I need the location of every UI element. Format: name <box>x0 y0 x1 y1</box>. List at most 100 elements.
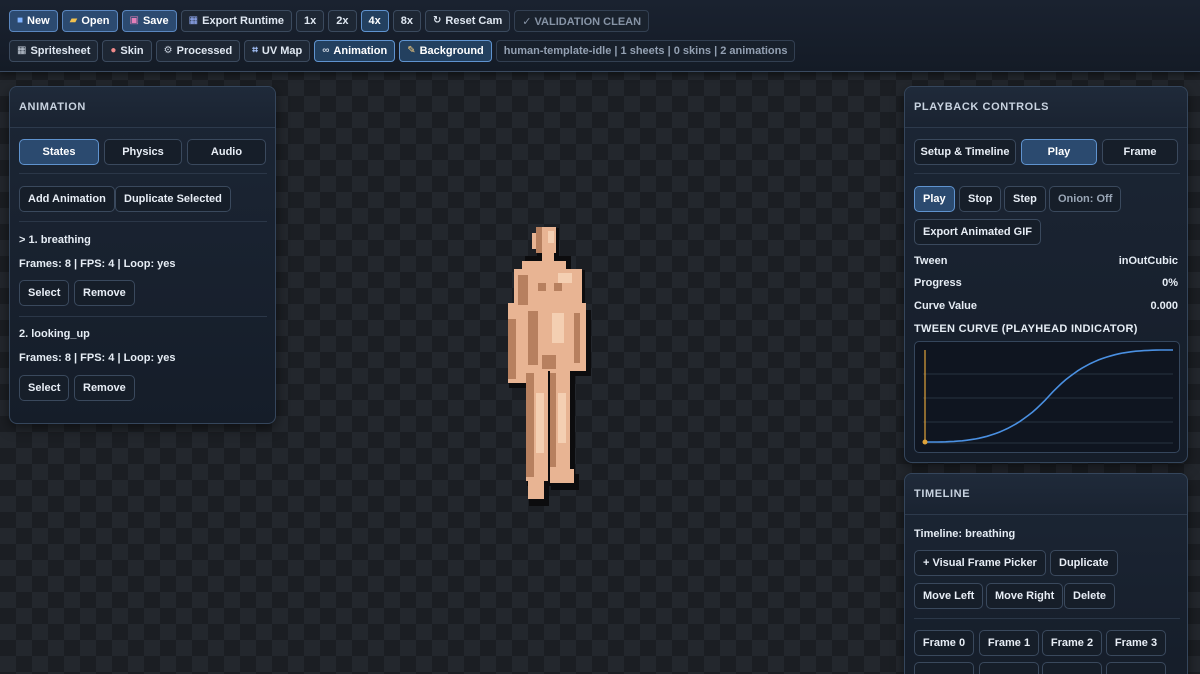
delete-frame-button[interactable]: Delete <box>1064 583 1116 609</box>
main-toolbar: ■ New ▰ Open ▣ Save ▦ Export Runtime 1x … <box>0 0 1200 72</box>
tween-curve-title: TWEEN CURVE (PLAYHEAD INDICATOR) <box>914 323 1138 335</box>
duplicate-selected-button[interactable]: Duplicate Selected <box>115 186 231 212</box>
uv-map-label: UV Map <box>261 45 303 57</box>
remove-button[interactable]: Remove <box>74 375 135 401</box>
frame-3-button[interactable]: Frame 3 <box>1106 630 1166 656</box>
timeline-divider <box>914 618 1180 619</box>
animation-name[interactable]: > 1. breathing <box>19 234 91 246</box>
map-icon: ⌗ <box>252 45 258 56</box>
move-right-button[interactable]: Move Right <box>986 583 1064 609</box>
spritesheet-button[interactable]: ▦ Spritesheet <box>9 40 99 62</box>
processed-button[interactable]: ⚙ Processed <box>155 40 241 62</box>
animation-panel-title: ANIMATION <box>10 87 275 128</box>
skin-label: Skin <box>120 45 144 57</box>
step-button[interactable]: Step <box>1004 186 1046 212</box>
frame-button[interactable] <box>914 662 974 674</box>
new-file-icon: ■ <box>17 15 24 26</box>
palette-icon: ● <box>110 45 117 56</box>
export-gif-button[interactable]: Export Animated GIF <box>914 219 1041 245</box>
floppy-icon: ▣ <box>129 15 139 26</box>
tween-value: inOutCubic <box>1118 255 1178 267</box>
playback-tabs-divider <box>914 173 1180 174</box>
tab-audio[interactable]: Audio <box>187 139 266 165</box>
list-divider <box>19 316 267 317</box>
frame-1-button[interactable]: Frame 1 <box>979 630 1039 656</box>
tabs-divider <box>19 173 267 174</box>
zoom-2x-label: 2x <box>336 15 349 27</box>
playback-controls-panel: PLAYBACK CONTROLS Setup & Timeline Play … <box>904 86 1188 463</box>
zoom-1x-button[interactable]: 1x <box>296 10 325 32</box>
reset-cam-button[interactable]: ↻ Reset Cam <box>425 10 511 32</box>
play-button[interactable]: Play <box>914 186 955 212</box>
character-sprite <box>508 227 591 506</box>
zoom-4x-button[interactable]: 4x <box>360 10 389 32</box>
background-button[interactable]: ✎ Background <box>399 40 492 62</box>
validation-status-badge: ✓ VALIDATION CLEAN <box>514 10 650 32</box>
zoom-8x-label: 8x <box>400 15 414 27</box>
frame-button[interactable] <box>1106 662 1166 674</box>
playhead-dot[interactable] <box>922 439 928 445</box>
animation-label: Animation <box>333 45 388 57</box>
visual-frame-picker-button[interactable]: + Visual Frame Picker <box>914 550 1046 576</box>
animation-meta: Frames: 8 | FPS: 4 | Loop: yes <box>19 258 176 270</box>
add-animation-button[interactable]: Add Animation <box>19 186 115 212</box>
tween-curve-line <box>925 349 1173 443</box>
select-button[interactable]: Select <box>19 375 70 401</box>
new-button[interactable]: ■ New <box>9 10 58 32</box>
animation-meta: Frames: 8 | FPS: 4 | Loop: yes <box>19 352 176 364</box>
actions-divider <box>19 221 267 222</box>
tween-label: Tween <box>914 255 948 267</box>
processed-label: Processed <box>176 45 233 57</box>
remove-button[interactable]: Remove <box>74 280 135 306</box>
playback-panel-title: PLAYBACK CONTROLS <box>905 87 1187 128</box>
project-info-label: human-template-idle | 1 sheets | 0 skins… <box>503 45 788 57</box>
frame-2-button[interactable]: Frame 2 <box>1042 630 1102 656</box>
package-icon: ▦ <box>188 15 199 26</box>
zoom-2x-button[interactable]: 2x <box>328 10 357 32</box>
save-button[interactable]: ▣ Save <box>121 10 177 32</box>
toolbar-row-2: ▦ Spritesheet ● Skin ⚙ Processed ⌗ UV Ma… <box>9 40 796 62</box>
uv-map-button[interactable]: ⌗ UV Map <box>244 40 311 62</box>
zoom-1x-label: 1x <box>304 15 317 27</box>
folder-icon: ▰ <box>69 15 78 26</box>
zoom-8x-button[interactable]: 8x <box>392 10 422 32</box>
curve-value-label: Curve Value <box>914 300 977 312</box>
animation-panel: ANIMATION States Physics Audio Add Anima… <box>9 86 276 424</box>
frame-button[interactable] <box>979 662 1039 674</box>
stop-button[interactable]: Stop <box>959 186 1002 212</box>
grid-icon: ▦ <box>17 45 27 56</box>
timeline-panel-title: TIMELINE <box>905 474 1187 515</box>
export-runtime-button[interactable]: ▦ Export Runtime <box>180 10 293 32</box>
skin-button[interactable]: ● Skin <box>102 40 152 62</box>
validation-label: ✓ VALIDATION CLEAN <box>522 15 642 28</box>
refresh-icon: ↻ <box>433 15 442 26</box>
move-left-button[interactable]: Move Left <box>914 583 984 609</box>
onion-toggle[interactable]: Onion: Off <box>1049 186 1122 212</box>
background-label: Background <box>419 45 484 57</box>
reset-cam-label: Reset Cam <box>445 15 503 27</box>
animation-name[interactable]: 2. looking_up <box>19 328 90 340</box>
select-button[interactable]: Select <box>19 280 70 306</box>
frame-0-button[interactable]: Frame 0 <box>914 630 974 656</box>
tab-states[interactable]: States <box>19 139 99 165</box>
new-label: New <box>27 15 50 27</box>
save-label: Save <box>142 15 169 27</box>
open-button[interactable]: ▰ Open <box>61 10 118 32</box>
tab-frame[interactable]: Frame <box>1102 139 1178 165</box>
spritesheet-label: Spritesheet <box>30 45 91 57</box>
curve-value: 0.000 <box>1150 300 1178 312</box>
duplicate-frame-button[interactable]: Duplicate <box>1050 550 1118 576</box>
tween-curve-svg <box>922 349 1173 445</box>
brush-icon: ✎ <box>407 45 416 56</box>
gear-icon: ⚙ <box>163 45 173 56</box>
progress-label: Progress <box>914 277 962 289</box>
tween-curve-graph <box>914 341 1180 453</box>
frame-button[interactable] <box>1042 662 1102 674</box>
tab-play[interactable]: Play <box>1021 139 1097 165</box>
tab-physics[interactable]: Physics <box>104 139 182 165</box>
zoom-4x-label: 4x <box>368 15 381 27</box>
link-icon: ∞ <box>322 45 330 56</box>
tab-setup-timeline[interactable]: Setup & Timeline <box>914 139 1016 165</box>
animation-button[interactable]: ∞ Animation <box>314 40 396 62</box>
open-label: Open <box>81 15 110 27</box>
